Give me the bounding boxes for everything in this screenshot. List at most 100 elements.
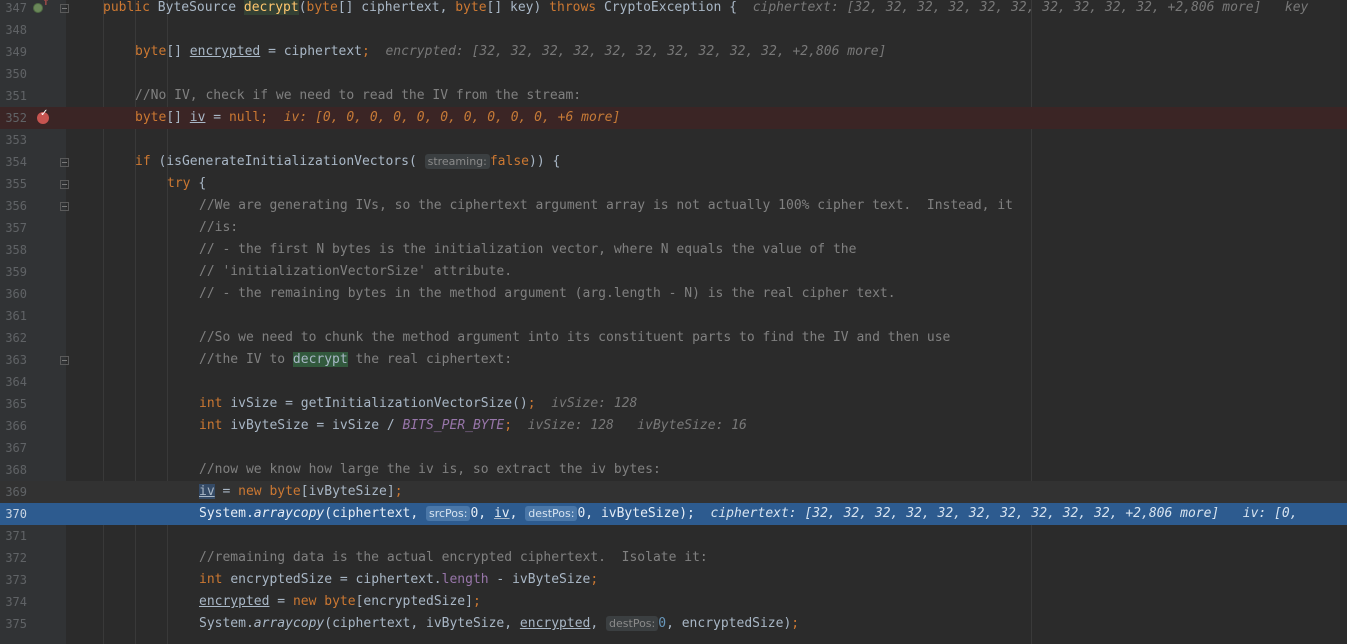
fold-icon[interactable] [60, 356, 69, 365]
code-text[interactable]: try { [167, 173, 206, 195]
code-text[interactable]: System.arraycopy(ciphertext, ivByteSize,… [199, 613, 799, 635]
line-number[interactable]: 363 [0, 349, 27, 371]
code-line[interactable]: 372 //remaining data is the actual encryp… [0, 547, 1347, 569]
code-text[interactable]: // - the remaining bytes in the method a… [199, 283, 896, 305]
code-token: false [489, 154, 529, 169]
line-number[interactable]: 354 [0, 151, 27, 173]
line-number[interactable]: 369 [0, 481, 27, 503]
code-text[interactable]: //We are generating IVs, so the cipherte… [199, 195, 1013, 217]
inline-debug-value: ivSize: 128 ivByteSize: 16 [512, 418, 747, 433]
code-line[interactable]: 370 System.arraycopy(ciphertext, srcPos: 0… [0, 503, 1347, 525]
fold-icon[interactable] [60, 4, 69, 13]
code-line[interactable]: 364 [0, 371, 1347, 393]
code-line[interactable]: 375 System.arraycopy(ciphertext, ivByteSi… [0, 613, 1347, 635]
code-line[interactable]: 374 encrypted = new byte[encryptedSize]; [0, 591, 1347, 613]
code-line[interactable]: 350 [0, 63, 1347, 85]
code-line[interactable]: 361 [0, 305, 1347, 327]
fold-icon[interactable] [60, 158, 69, 167]
code-line[interactable]: 371 [0, 525, 1347, 547]
code-line[interactable]: 368 //now we know how large the iv is, so… [0, 459, 1347, 481]
line-number[interactable]: 349 [0, 41, 27, 63]
code-token: if [135, 154, 159, 169]
line-number[interactable]: 371 [0, 525, 27, 547]
code-text[interactable]: iv = new byte[ivByteSize]; [199, 481, 403, 503]
line-number[interactable]: 355 [0, 173, 27, 195]
code-line[interactable]: 347 public ByteSource decrypt(byte[] ciph… [0, 0, 1347, 19]
code-text[interactable]: public ByteSource decrypt(byte[] ciphert… [103, 0, 1308, 19]
code-token: //is: [199, 220, 239, 235]
code-text[interactable]: //remaining data is the actual encrypted… [199, 547, 708, 569]
line-number[interactable]: 366 [0, 415, 27, 437]
code-text[interactable]: byte[] iv = null; iv: [0, 0, 0, 0, 0, 0,… [135, 107, 620, 129]
code-text[interactable]: int ivSize = getInitializationVectorSize… [199, 393, 637, 415]
code-text[interactable]: // 'initializationVectorSize' attribute. [199, 261, 512, 283]
code-editor[interactable]: 347 public ByteSource decrypt(byte[] ciph… [0, 0, 1347, 644]
code-text[interactable]: //No IV, check if we need to read the IV… [135, 85, 581, 107]
code-line[interactable]: 348 [0, 19, 1347, 41]
code-line[interactable]: 367 [0, 437, 1347, 459]
parameter-hint: destPos: [606, 616, 659, 631]
code-text[interactable]: //is: [199, 217, 238, 239]
code-line[interactable]: 360 // - the remaining bytes in the metho… [0, 283, 1347, 305]
line-number[interactable]: 353 [0, 129, 27, 151]
breakpoint-icon[interactable] [37, 108, 49, 124]
code-line[interactable]: 358 // - the first N bytes is the initial… [0, 239, 1347, 261]
code-text[interactable]: //the IV to decrypt the real ciphertext: [199, 349, 512, 371]
line-number[interactable]: 362 [0, 327, 27, 349]
code-line[interactable]: 362 //So we need to chunk the method argu… [0, 327, 1347, 349]
code-line[interactable]: 351 //No IV, check if we need to read the… [0, 85, 1347, 107]
code-token: //So we need to chunk the method argumen… [199, 330, 951, 345]
line-number[interactable]: 348 [0, 19, 27, 41]
code-text[interactable]: byte[] encrypted = ciphertext; encrypted… [135, 41, 886, 63]
code-token: ; [590, 572, 599, 587]
code-token: byte [135, 110, 167, 125]
code-text[interactable]: int ivByteSize = ivSize / BITS_PER_BYTE;… [199, 415, 747, 437]
code-line[interactable]: 365 int ivSize = getInitializationVectorS… [0, 393, 1347, 415]
code-line[interactable]: 352 byte[] iv = null; iv: [0, 0, 0, 0, 0,… [0, 107, 1347, 129]
line-number[interactable]: 364 [0, 371, 27, 393]
code-text[interactable]: //So we need to chunk the method argumen… [199, 327, 950, 349]
line-number[interactable]: 370 [0, 503, 27, 525]
code-token: System. [199, 506, 254, 521]
code-line[interactable]: 363 //the IV to decrypt the real cipherte… [0, 349, 1347, 371]
line-number[interactable]: 372 [0, 547, 27, 569]
line-number[interactable]: 357 [0, 217, 27, 239]
code-text[interactable]: // - the first N bytes is the initializa… [199, 239, 856, 261]
code-text[interactable]: if (isGenerateInitializationVectors( str… [135, 151, 560, 173]
fold-icon[interactable] [60, 180, 69, 189]
line-number[interactable]: 373 [0, 569, 27, 591]
fold-icon[interactable] [60, 202, 69, 211]
line-number[interactable]: 347 [0, 0, 27, 19]
code-line[interactable]: 369 iv = new byte[ivByteSize]; [0, 481, 1347, 503]
code-token: new byte [238, 484, 301, 499]
line-number[interactable]: 361 [0, 305, 27, 327]
code-text[interactable]: System.arraycopy(ciphertext, srcPos: 0, i… [199, 503, 1298, 525]
line-number[interactable]: 374 [0, 591, 27, 613]
line-number[interactable]: 352 [0, 107, 27, 129]
line-number[interactable]: 351 [0, 85, 27, 107]
implements-method-icon[interactable] [33, 0, 50, 13]
code-line[interactable]: 349 byte[] encrypted = ciphertext; encryp… [0, 41, 1347, 63]
line-number[interactable]: 375 [0, 613, 27, 635]
code-line[interactable]: 366 int ivByteSize = ivSize / BITS_PER_BY… [0, 415, 1347, 437]
code-text[interactable]: //now we know how large the iv is, so ex… [199, 459, 661, 481]
code-text[interactable]: encrypted = new byte[encryptedSize]; [199, 591, 481, 613]
line-number[interactable]: 360 [0, 283, 27, 305]
line-number[interactable]: 358 [0, 239, 27, 261]
line-number[interactable]: 365 [0, 393, 27, 415]
line-number[interactable]: 359 [0, 261, 27, 283]
code-line[interactable]: 356 //We are generating IVs, so the ciphe… [0, 195, 1347, 217]
code-line[interactable]: 353 [0, 129, 1347, 151]
line-number[interactable]: 368 [0, 459, 27, 481]
code-token: { [198, 176, 207, 191]
code-line[interactable]: 354 if (isGenerateInitializationVectors( … [0, 151, 1347, 173]
code-line[interactable]: 359 // 'initializationVectorSize' attribu… [0, 261, 1347, 283]
code-line[interactable]: 355 try { [0, 173, 1347, 195]
code-line[interactable]: 373 int encryptedSize = ciphertext.length… [0, 569, 1347, 591]
line-number[interactable]: 356 [0, 195, 27, 217]
line-number[interactable]: 350 [0, 63, 27, 85]
code-line[interactable]: 357 //is: [0, 217, 1347, 239]
code-text[interactable]: int encryptedSize = ciphertext.length - … [199, 569, 598, 591]
line-number[interactable]: 367 [0, 437, 27, 459]
code-token: = ciphertext [260, 44, 362, 59]
